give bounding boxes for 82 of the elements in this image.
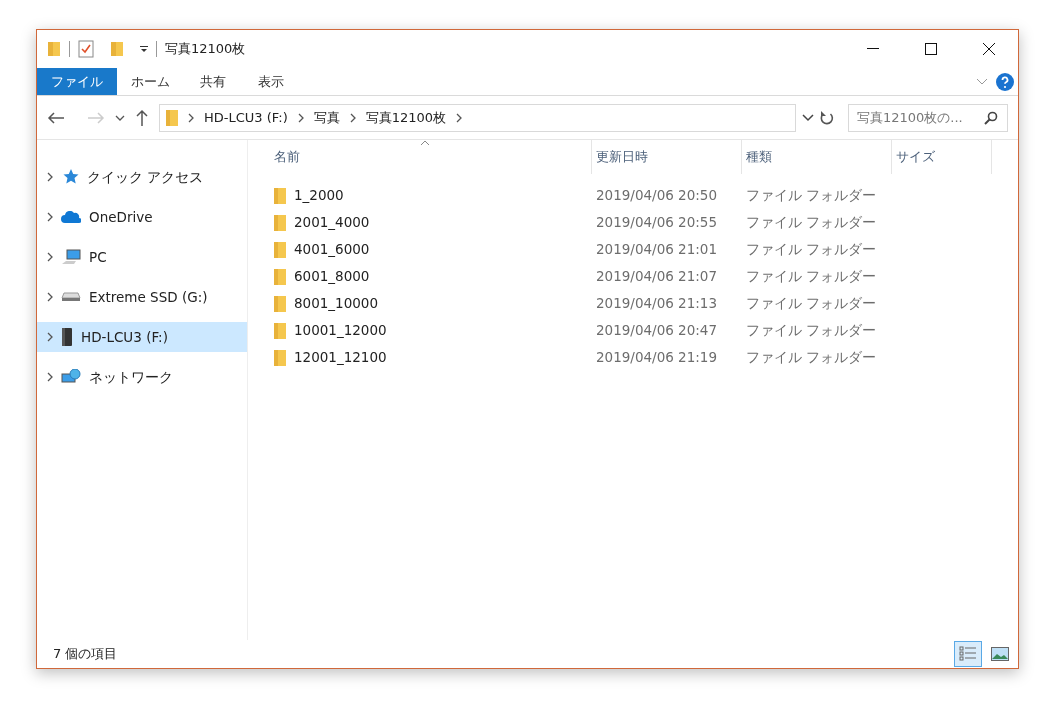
file-type: ファイル フォルダー [745,321,877,341]
file-type: ファイル フォルダー [745,348,877,368]
breadcrumb-chevron-icon[interactable] [456,112,463,123]
star-icon [61,169,79,185]
address-bar[interactable]: HD-LCU3 (F:) 写真 写真12100枚 [159,103,796,132]
refresh-icon[interactable] [820,110,834,125]
folder-icon [274,241,286,258]
folder-name[interactable]: 6001_8000 [294,266,370,287]
file-type: ファイル フォルダー [745,267,877,287]
window-title: 写真12100枚 [165,40,246,59]
address-history-caret-icon[interactable] [802,113,814,122]
column-header[interactable]: サイズ [892,140,992,174]
file-type: ファイル フォルダー [745,294,877,314]
folder-name[interactable]: 2001_4000 [294,212,370,233]
expand-chevron-icon[interactable] [47,292,53,302]
cloud-icon [61,211,81,223]
expand-chevron-icon[interactable] [47,332,53,342]
modified-date: 2019/04/06 20:47 [595,321,718,341]
folder-icon [274,295,286,312]
modified-date: 2019/04/06 21:13 [595,294,718,314]
nav-item[interactable]: Extreme SSD (G:) [37,282,247,312]
landscape-picture-icon [991,647,1009,661]
sort-ascending-icon [420,140,430,145]
search-icon [984,110,998,125]
folder-icon [274,349,286,366]
modified-date: 2019/04/06 21:01 [595,240,718,260]
up-arrow-icon[interactable] [135,108,149,127]
file-type: ファイル フォルダー [745,186,877,206]
breadcrumb[interactable]: HD-LCU3 (F:) [204,107,288,128]
expand-chevron-icon[interactable] [47,212,53,222]
breadcrumb-chevron-icon[interactable] [349,112,356,123]
folder-icon [274,322,286,339]
maximize-icon [925,43,937,55]
breadcrumb-chevron-icon[interactable] [297,112,304,123]
ribbon-tab[interactable]: 表示 [242,68,300,95]
network-icon [61,369,81,385]
minimize-icon [867,48,879,50]
expand-chevron-icon[interactable] [47,372,53,382]
folder-name[interactable]: 4001_6000 [294,239,370,260]
nav-item[interactable]: OneDrive [37,202,247,232]
close-icon [983,43,995,55]
folder-icon [166,109,178,126]
nav-item[interactable]: クイック アクセス [37,162,247,192]
breadcrumb[interactable]: 写真12100枚 [365,107,447,128]
modified-date: 2019/04/06 21:19 [595,348,718,368]
modified-date: 2019/04/06 20:55 [595,213,718,233]
folder-icon [274,268,286,285]
column-header[interactable]: 更新日時 [592,140,742,174]
ribbon-tab[interactable]: ファイル [37,68,117,95]
folder-icon [274,214,286,231]
column-header[interactable]: 名前 [270,140,592,174]
breadcrumb[interactable]: 写真 [313,107,340,128]
ribbon-tab[interactable]: ホーム [117,68,184,95]
modified-date: 2019/04/06 20:50 [595,186,718,206]
back-arrow-icon[interactable] [47,110,65,125]
nav-item[interactable]: HD-LCU3 (F:) [37,322,247,352]
file-type: ファイル フォルダー [745,240,877,260]
item-count: 7 個の項目 [53,645,118,664]
folder-name[interactable]: 1_2000 [294,185,344,206]
folder-name[interactable]: 12001_12100 [294,347,387,368]
expand-ribbon-icon[interactable] [976,77,988,86]
modified-date: 2019/04/06 21:07 [595,267,718,287]
search-field[interactable]: 写真12100枚の... [848,103,1008,132]
folder-name[interactable]: 10001_12000 [294,320,387,341]
computer-icon [61,249,81,265]
ribbon-tab[interactable]: 共有 [184,68,242,95]
checklist-icon[interactable] [78,40,94,58]
recent-caret-icon[interactable] [115,114,125,121]
expand-chevron-icon[interactable] [47,252,53,262]
folder-name[interactable]: 8001_10000 [294,293,379,314]
drive-icon [61,292,81,302]
external-drive-icon [61,328,73,346]
breadcrumb-chevron-icon[interactable] [188,112,194,123]
column-header[interactable]: 種類 [742,140,892,174]
nav-item[interactable]: ネットワーク [37,362,247,392]
dropdown-icon[interactable] [140,45,148,53]
folder-icon [274,187,286,204]
help-icon[interactable] [996,72,1014,91]
file-type: ファイル フォルダー [745,213,877,233]
expand-chevron-icon[interactable] [47,172,53,182]
details-list-icon [959,646,977,662]
nav-item[interactable]: PC [37,242,247,272]
